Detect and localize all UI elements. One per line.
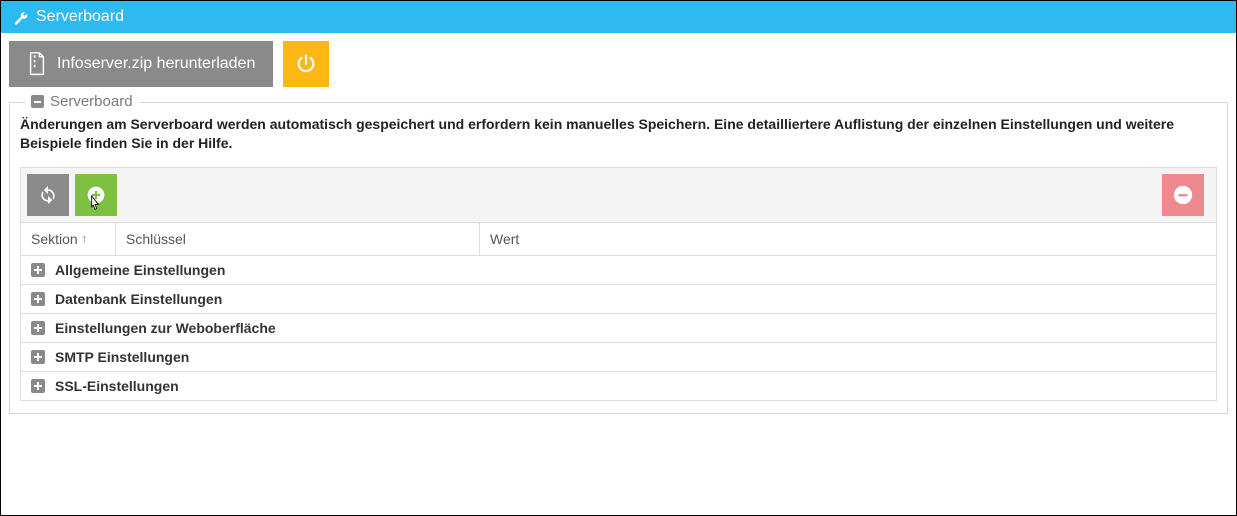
serverboard-fieldset: Serverboard Änderungen am Serverboard we… (9, 102, 1228, 414)
column-header-wert-label: Wert (490, 231, 519, 247)
expand-icon[interactable] (31, 292, 45, 306)
info-text: Änderungen am Serverboard werden automat… (20, 115, 1217, 153)
expand-icon[interactable] (31, 263, 45, 277)
page-header: Serverboard (1, 1, 1236, 33)
collapse-icon[interactable] (31, 95, 44, 108)
download-button[interactable]: Infoserver.zip herunterladen (9, 41, 273, 87)
file-zip-icon (27, 52, 47, 76)
page-title: Serverboard (36, 8, 124, 26)
group-row[interactable]: SSL-Einstellungen (21, 372, 1216, 401)
column-header-sektion-label: Sektion (31, 231, 78, 247)
group-label: SSL-Einstellungen (55, 378, 179, 394)
group-label: Einstellungen zur Weboberfläche (55, 320, 276, 336)
fieldset-legend-label: Serverboard (50, 93, 133, 110)
column-header-sektion[interactable]: Sektion ↑ (21, 223, 116, 255)
remove-button[interactable] (1162, 174, 1204, 216)
group-label: Datenbank Einstellungen (55, 291, 222, 307)
group-label: Allgemeine Einstellungen (55, 262, 225, 278)
expand-icon[interactable] (31, 379, 45, 393)
power-icon (295, 53, 317, 75)
expand-icon[interactable] (31, 350, 45, 364)
refresh-icon (38, 185, 58, 205)
refresh-button[interactable] (27, 174, 69, 216)
add-button[interactable] (75, 174, 117, 216)
expand-icon[interactable] (31, 321, 45, 335)
column-header-schluessel-label: Schlüssel (126, 231, 186, 247)
download-button-label: Infoserver.zip herunterladen (57, 55, 255, 73)
group-row[interactable]: SMTP Einstellungen (21, 343, 1216, 372)
fieldset-legend: Serverboard (25, 93, 139, 110)
grid-toolbar (20, 167, 1217, 223)
add-icon (86, 185, 106, 205)
wrench-icon (13, 10, 28, 25)
group-row[interactable]: Allgemeine Einstellungen (21, 256, 1216, 285)
page-toolbar: Infoserver.zip herunterladen (1, 33, 1236, 87)
remove-icon (1172, 184, 1194, 206)
group-row[interactable]: Datenbank Einstellungen (21, 285, 1216, 314)
grid-header: Sektion ↑ Schlüssel Wert (20, 223, 1217, 256)
sort-asc-icon: ↑ (82, 233, 88, 245)
power-button[interactable] (283, 41, 329, 87)
column-header-schluessel[interactable]: Schlüssel (116, 223, 480, 255)
grid-body: Allgemeine Einstellungen Datenbank Einst… (20, 256, 1217, 401)
column-header-wert[interactable]: Wert (480, 223, 1216, 255)
group-row[interactable]: Einstellungen zur Weboberfläche (21, 314, 1216, 343)
group-label: SMTP Einstellungen (55, 349, 189, 365)
